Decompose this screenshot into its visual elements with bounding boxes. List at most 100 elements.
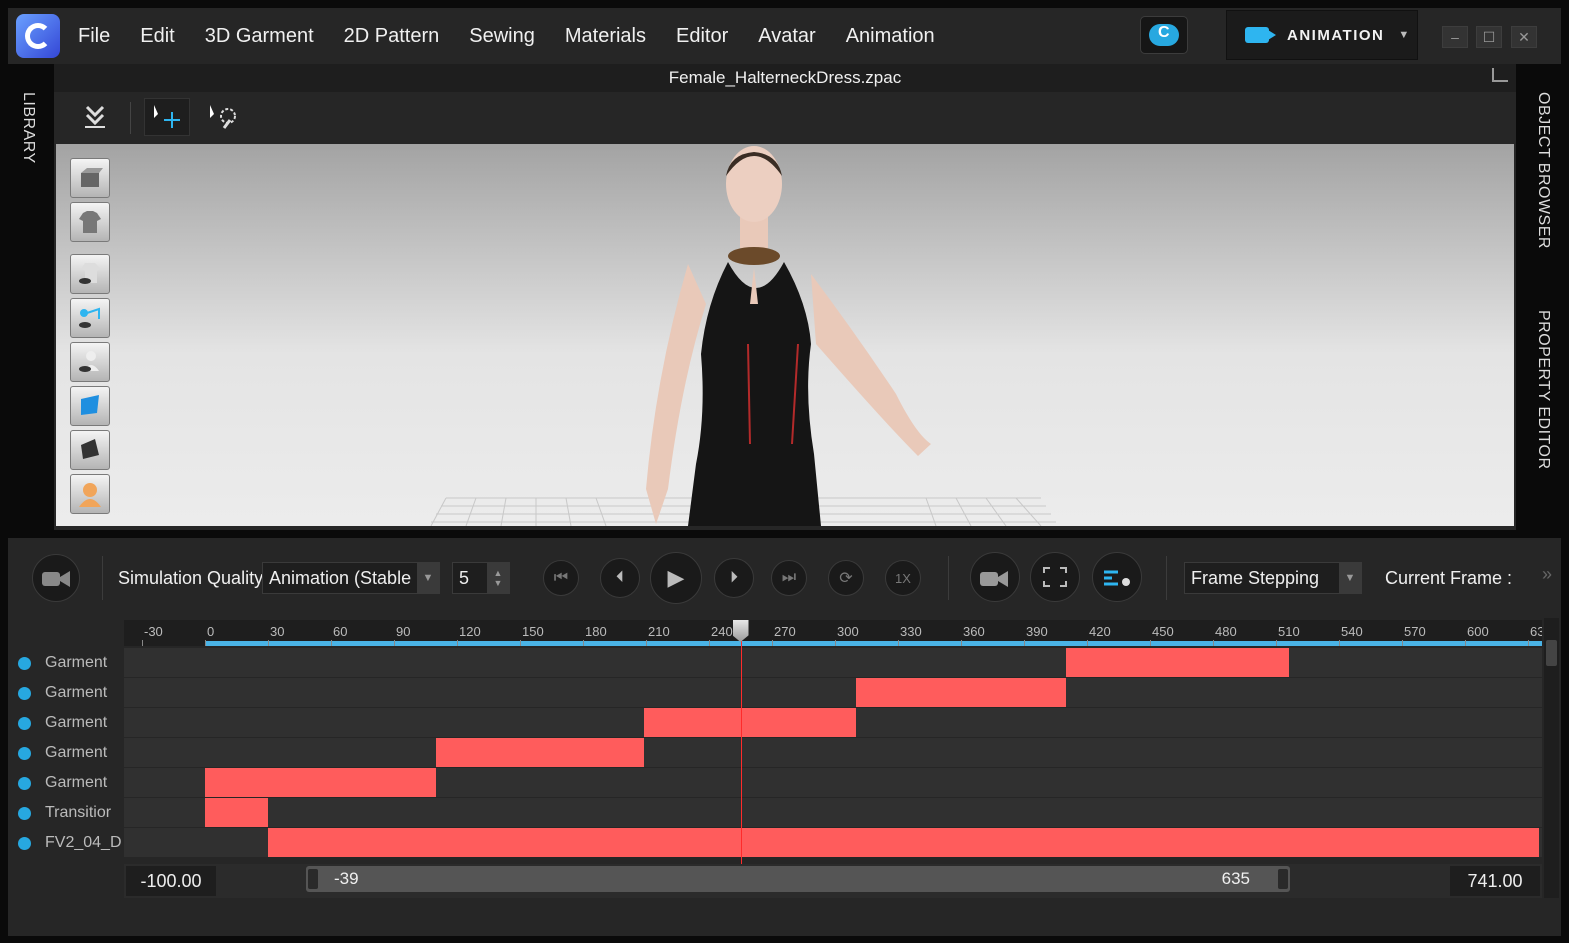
ruler-tick-label: 120 — [459, 624, 481, 639]
track-row[interactable] — [124, 648, 1542, 677]
track-row[interactable] — [124, 798, 1542, 827]
ruler-tick-label: 450 — [1152, 624, 1174, 639]
track-label[interactable]: Garment — [8, 708, 124, 738]
ruler-tick-label: 30 — [270, 624, 285, 639]
frame-capture-icon[interactable] — [1030, 552, 1080, 602]
ruler-tick-label: 420 — [1089, 624, 1111, 639]
camera-record-icon[interactable] — [970, 552, 1020, 602]
track-label[interactable]: Transitior — [8, 798, 124, 828]
track-visibility-icon[interactable] — [18, 716, 31, 730]
3d-scene-viewport[interactable] — [56, 144, 1514, 526]
library-tab[interactable]: LIBRARY — [19, 92, 37, 164]
track-visibility-icon[interactable] — [18, 656, 31, 670]
timeline-ruler[interactable]: -30 0 30 60 90 120 150 180 210 240 270 300 330 360 390… — [124, 620, 1542, 646]
track-name: Garment — [45, 744, 108, 761]
menu-3d-garment[interactable]: 3D Garment — [205, 25, 314, 48]
expand-icon[interactable]: » — [1542, 564, 1552, 585]
animation-clip[interactable] — [205, 798, 268, 827]
record-camera-icon[interactable] — [32, 554, 80, 602]
property-editor-tab[interactable]: PROPERTY EDITOR — [1534, 310, 1552, 470]
close-button[interactable]: ✕ — [1511, 26, 1537, 48]
track-row[interactable] — [124, 708, 1542, 737]
animation-clip[interactable] — [1066, 648, 1289, 677]
maximize-button[interactable]: ☐ — [1476, 26, 1502, 48]
menu-materials[interactable]: Materials — [565, 25, 646, 48]
menu-avatar[interactable]: Avatar — [758, 25, 815, 48]
ruler-tick — [1213, 640, 1214, 646]
playback-speed-button[interactable]: 1X — [885, 560, 921, 596]
track-visibility-icon[interactable] — [18, 746, 31, 760]
ruler-tick-label: 300 — [837, 624, 859, 639]
lasso-select-tool-icon[interactable] — [200, 98, 246, 136]
next-frame-icon[interactable]: ⏵ — [714, 558, 754, 598]
track-label[interactable]: Garment — [8, 738, 124, 768]
track-label[interactable]: Garment — [8, 648, 124, 678]
menu-animation[interactable]: Animation — [846, 25, 935, 48]
ruler-tick-label: 510 — [1278, 624, 1300, 639]
ruler-tick — [583, 640, 584, 646]
track-row[interactable] — [124, 828, 1542, 857]
menu-file[interactable]: File — [78, 25, 110, 48]
skip-to-start-icon[interactable]: ⏮ — [543, 560, 579, 596]
track-name: FV2_04_D — [45, 834, 122, 851]
animation-clip[interactable] — [268, 828, 1539, 857]
animation-clip[interactable] — [643, 708, 856, 737]
ruler-tick-label: 570 — [1404, 624, 1426, 639]
track-row[interactable] — [124, 678, 1542, 707]
minimize-button[interactable]: – — [1442, 26, 1468, 48]
sim-quality-dropdown[interactable]: Animation (Stable ▼ — [262, 562, 440, 594]
cloud-button[interactable] — [1140, 16, 1188, 54]
skip-to-end-icon[interactable]: ⏭ — [771, 560, 807, 596]
previous-frame-icon[interactable]: ⏴ — [600, 558, 640, 598]
track-visibility-icon[interactable] — [18, 776, 31, 790]
ruler-tick — [961, 640, 962, 646]
menu-editor[interactable]: Editor — [676, 25, 728, 48]
track-visibility-icon[interactable] — [18, 836, 31, 850]
menu-edit[interactable]: Edit — [140, 25, 174, 48]
track-label[interactable]: Garment — [8, 678, 124, 708]
ruler-tick-label: 240 — [711, 624, 733, 639]
camera-settings-icon[interactable] — [1092, 552, 1142, 602]
track-visibility-icon[interactable] — [18, 686, 31, 700]
ruler-tick — [520, 640, 521, 646]
animation-clip[interactable] — [205, 768, 436, 797]
app-logo-icon[interactable] — [16, 14, 60, 58]
chevron-down-icon: ▼ — [1398, 29, 1410, 41]
popout-icon[interactable] — [1492, 68, 1508, 82]
select-move-tool-icon[interactable] — [144, 98, 190, 136]
track-name: Transitior — [45, 804, 112, 821]
ruler-tick — [1465, 640, 1466, 646]
avatar-figure[interactable] — [56, 144, 1514, 526]
range-max-field[interactable]: 741.00 — [1450, 866, 1540, 896]
track-visibility-icon[interactable] — [18, 806, 31, 820]
range-start-handle[interactable] — [308, 869, 318, 889]
download-arrow-icon[interactable] — [72, 98, 118, 136]
scrollbar-thumb[interactable] — [1546, 640, 1557, 666]
track-label[interactable]: Garment — [8, 768, 124, 798]
track-label[interactable]: FV2_04_D — [8, 828, 124, 858]
playhead-line — [740, 620, 742, 866]
menu-sewing[interactable]: Sewing — [469, 25, 535, 48]
frame-mode-dropdown[interactable]: Frame Stepping ▼ — [1184, 562, 1362, 594]
animation-clip[interactable] — [436, 738, 644, 767]
range-end-handle[interactable] — [1278, 869, 1288, 889]
timeline-tracks[interactable] — [124, 648, 1542, 858]
animation-clip[interactable] — [856, 678, 1066, 707]
ruler-tick-label: 390 — [1026, 624, 1048, 639]
track-row[interactable] — [124, 768, 1542, 797]
timeline-scrollbar[interactable] — [1544, 618, 1559, 898]
step-stepper[interactable]: 5 ▲ ▼ — [452, 562, 510, 594]
timeline-range-bar — [205, 641, 1542, 646]
ruler-tick-label: 60 — [333, 624, 348, 639]
mode-switch-dropdown[interactable]: ANIMATION ▼ — [1226, 10, 1418, 60]
loop-icon[interactable]: ⟳ — [828, 560, 864, 596]
ruler-tick — [1402, 640, 1403, 646]
track-row[interactable] — [124, 738, 1542, 767]
object-browser-tab[interactable]: OBJECT BROWSER — [1534, 92, 1552, 249]
play-icon[interactable]: ▶ — [650, 552, 702, 604]
menu-2d-pattern[interactable]: 2D Pattern — [344, 25, 440, 48]
view-range-slider[interactable]: -39 635 — [306, 866, 1290, 892]
stepper-arrows-icon[interactable]: ▲ ▼ — [487, 563, 509, 593]
ruler-tick-label: 360 — [963, 624, 985, 639]
range-min-field[interactable]: -100.00 — [126, 866, 216, 896]
